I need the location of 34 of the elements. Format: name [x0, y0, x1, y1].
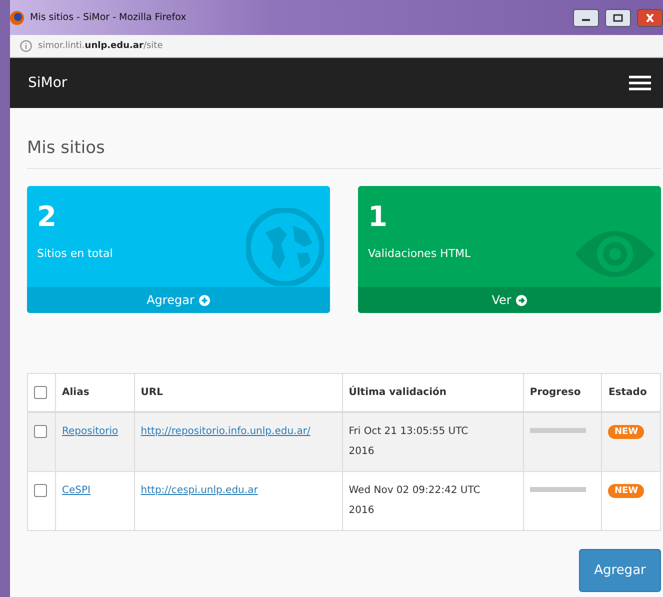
- plus-circle-icon: [199, 294, 210, 306]
- stat-count: 2: [37, 200, 58, 233]
- brand-title[interactable]: SiMor: [28, 75, 68, 91]
- window-title: Mis sitios - SiMor - Mozilla Firefox: [30, 12, 186, 23]
- card-footer-link[interactable]: Ver: [358, 287, 661, 313]
- page-title: Mis sitios: [27, 138, 661, 169]
- close-button[interactable]: [637, 8, 663, 26]
- row-checkbox[interactable]: [34, 424, 47, 438]
- address-bar[interactable]: simor.linti.unlp.edu.ar/site: [10, 35, 663, 58]
- add-button[interactable]: Agregar: [579, 549, 661, 592]
- url-link[interactable]: http://cespi.unlp.edu.ar: [140, 485, 258, 496]
- maximize-button[interactable]: [605, 8, 631, 26]
- status-badge: NEW: [608, 425, 644, 439]
- maximize-icon: [613, 14, 623, 22]
- info-icon: [20, 40, 32, 52]
- row-checkbox[interactable]: [34, 484, 47, 497]
- stat-label: Validaciones HTML: [368, 247, 472, 260]
- card-footer-link[interactable]: Agregar: [27, 287, 330, 313]
- minimize-button[interactable]: [573, 8, 599, 26]
- browser-logo-icon: [10, 10, 24, 24]
- globe-icon: [246, 208, 324, 286]
- select-all-checkbox[interactable]: [34, 386, 47, 399]
- date-text: Wed Nov 02 09:22:42 UTC 2016: [348, 484, 482, 518]
- menu-icon[interactable]: [629, 75, 651, 91]
- alias-link[interactable]: CeSPI: [62, 485, 90, 496]
- url-link[interactable]: http://repositorio.info.unlp.edu.ar/: [140, 426, 310, 437]
- close-icon: [645, 14, 655, 22]
- arrow-circle-icon: [516, 294, 528, 306]
- alias-link[interactable]: Repositorio: [62, 426, 118, 437]
- url-text: simor.linti.unlp.edu.ar/site: [38, 41, 163, 51]
- date-text: Fri Oct 21 13:05:55 UTC 2016: [348, 425, 470, 459]
- status-badge: NEW: [608, 484, 644, 498]
- stat-label: Sitios en total: [37, 247, 114, 260]
- stat-count: 1: [368, 200, 388, 233]
